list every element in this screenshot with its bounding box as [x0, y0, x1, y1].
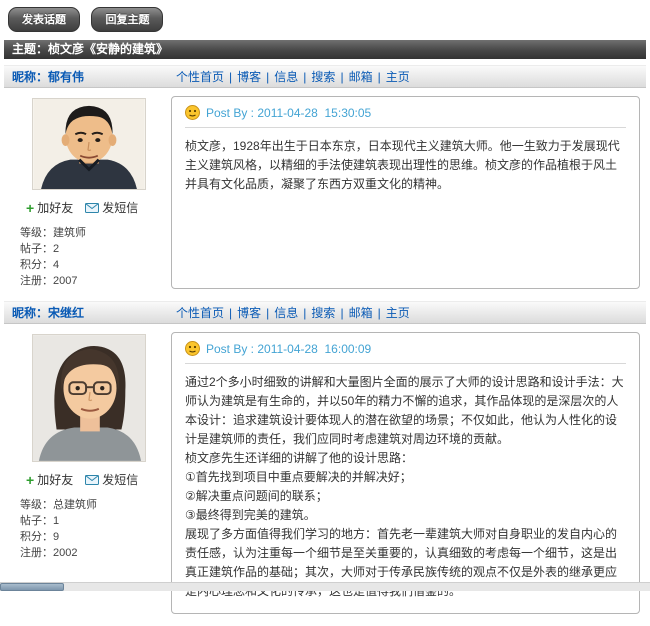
forum-thread-page: 发表话题 回复主题 主题：桢文彦《安静的建筑》 昵称：郁有伟 个性首页 | 博客 | 信… [0, 0, 650, 626]
post-body: +加好友 发短信 等级：总建筑师 帖子：1 积分：9 注册：2002 Post … [4, 324, 646, 626]
add-friend-link[interactable]: +加好友 [26, 471, 73, 488]
reply-topic-button[interactable]: 回复主题 [91, 7, 163, 32]
separator: | [303, 306, 306, 320]
nav-link-mail[interactable]: 邮箱 [349, 306, 373, 320]
stat-level: 等级：总建筑师 [20, 497, 171, 513]
post-topic-button[interactable]: 发表话题 [8, 7, 80, 32]
user-actions: +加好友 发短信 [26, 471, 171, 488]
post-header: 昵称：宋继红 个性首页 | 博客 | 信息 | 搜索 | 邮箱 | 主页 [4, 301, 646, 324]
separator: | [378, 70, 381, 84]
post-text: 通过2个多小时细致的讲解和大量图片全面的展示了大师的设计思路和设计手法：大师认为… [185, 373, 626, 601]
nav-link-blog[interactable]: 博客 [237, 70, 261, 84]
post-paragraph: 桢文彦先生还详细的讲解了他的设计思路： [185, 449, 626, 468]
separator: | [229, 70, 232, 84]
thread-title-bar: 主题：桢文彦《安静的建筑》 [4, 40, 646, 59]
post-paragraph: 通过2个多小时细致的讲解和大量图片全面的展示了大师的设计思路和设计手法：大师认为… [185, 373, 626, 449]
nav-link-mail[interactable]: 邮箱 [349, 70, 373, 84]
user-nav-links: 个性首页 | 博客 | 信息 | 搜索 | 邮箱 | 主页 [171, 304, 415, 321]
separator: | [340, 70, 343, 84]
post: 昵称：郁有伟 个性首页 | 博客 | 信息 | 搜索 | 邮箱 | 主页 [4, 65, 646, 301]
post-text: 桢文彦，1928年出生于日本东京，日本现代主义建筑大师。他一生致力于发展现代主义… [185, 137, 626, 194]
thread-toolbar: 发表话题 回复主题 [4, 0, 646, 40]
user-stats: 等级：总建筑师 帖子：1 积分：9 注册：2002 [20, 497, 171, 561]
post-paragraph: ②解决重点问题间的联系； [185, 487, 626, 506]
post-by-timestamp: Post By : 2011-04-28 15:30:05 [206, 106, 371, 120]
nav-link-personal-home[interactable]: 个性首页 [176, 306, 224, 320]
post-paragraph: ①首先找到项目中重点要解决的并解决好； [185, 468, 626, 487]
post-paragraph: ③最终得到完美的建筑。 [185, 506, 626, 525]
nickname: 昵称：宋继红 [4, 304, 171, 321]
separator: | [303, 70, 306, 84]
nickname: 昵称：郁有伟 [4, 68, 171, 85]
nav-link-homepage[interactable]: 主页 [386, 306, 410, 320]
nav-link-personal-home[interactable]: 个性首页 [176, 70, 224, 84]
post: 昵称：宋继红 个性首页 | 博客 | 信息 | 搜索 | 邮箱 | 主页 [4, 301, 646, 626]
thread-title: 主题：桢文彦《安静的建筑》 [12, 42, 168, 56]
post-meta: Post By : 2011-04-28 15:30:05 [185, 105, 626, 128]
stat-level: 等级：建筑师 [20, 225, 171, 241]
avatar [32, 334, 146, 462]
post-content-box: Post By : 2011-04-28 16:00:09 通过2个多小时细致的… [171, 332, 640, 614]
user-stats: 等级：建筑师 帖子：2 积分：4 注册：2007 [20, 225, 171, 289]
plus-icon: + [26, 475, 34, 485]
separator: | [378, 306, 381, 320]
stat-posts: 帖子：1 [20, 513, 171, 529]
nav-link-search[interactable]: 搜索 [311, 70, 335, 84]
separator: | [266, 70, 269, 84]
separator: | [229, 306, 232, 320]
stat-points: 积分：9 [20, 529, 171, 545]
user-column: +加好友 发短信 等级：建筑师 帖子：2 积分：4 注册：2007 [4, 96, 171, 289]
send-message-link[interactable]: 发短信 [85, 199, 138, 216]
user-column: +加好友 发短信 等级：总建筑师 帖子：1 积分：9 注册：2002 [4, 332, 171, 614]
user-actions: +加好友 发短信 [26, 199, 171, 216]
post-by-timestamp: Post By : 2011-04-28 16:00:09 [206, 342, 371, 356]
add-friend-link[interactable]: +加好友 [26, 199, 73, 216]
stat-registered: 注册：2007 [20, 273, 171, 289]
avatar [32, 98, 146, 190]
stat-registered: 注册：2002 [20, 545, 171, 561]
user-nav-links: 个性首页 | 博客 | 信息 | 搜索 | 邮箱 | 主页 [171, 68, 415, 85]
smiley-icon [185, 341, 200, 356]
post-paragraph: 桢文彦，1928年出生于日本东京，日本现代主义建筑大师。他一生致力于发展现代主义… [185, 137, 626, 194]
envelope-icon [85, 203, 99, 213]
nav-link-info[interactable]: 信息 [274, 306, 298, 320]
separator: | [340, 306, 343, 320]
post-body: +加好友 发短信 等级：建筑师 帖子：2 积分：4 注册：2007 Post B… [4, 88, 646, 301]
nav-link-blog[interactable]: 博客 [237, 306, 261, 320]
smiley-icon [185, 105, 200, 120]
envelope-icon [85, 475, 99, 485]
send-message-link[interactable]: 发短信 [85, 471, 138, 488]
post-meta: Post By : 2011-04-28 16:00:09 [185, 341, 626, 364]
plus-icon: + [26, 203, 34, 213]
stat-points: 积分：4 [20, 257, 171, 273]
post-content-box: Post By : 2011-04-28 15:30:05 桢文彦，1928年出… [171, 96, 640, 289]
nav-link-info[interactable]: 信息 [274, 70, 298, 84]
post-header: 昵称：郁有伟 个性首页 | 博客 | 信息 | 搜索 | 邮箱 | 主页 [4, 65, 646, 88]
horizontal-scrollbar[interactable] [0, 582, 650, 591]
nav-link-homepage[interactable]: 主页 [386, 70, 410, 84]
nav-link-search[interactable]: 搜索 [311, 306, 335, 320]
stat-posts: 帖子：2 [20, 241, 171, 257]
separator: | [266, 306, 269, 320]
scrollbar-thumb[interactable] [0, 583, 64, 591]
